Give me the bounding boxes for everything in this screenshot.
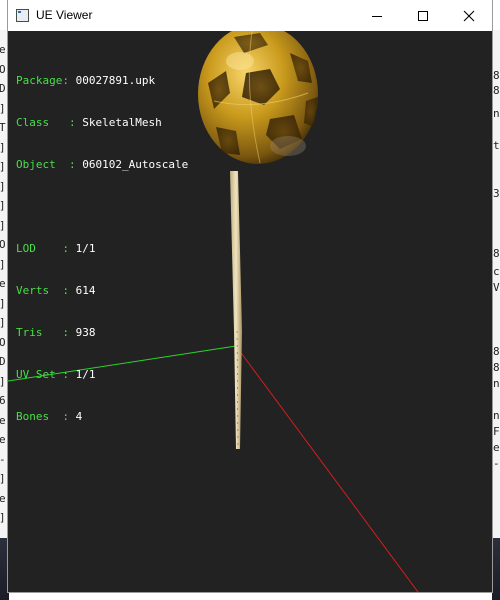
- 3d-viewport[interactable]: Package: 00027891.upk Class : SkeletalMe…: [8, 31, 492, 592]
- info-tris: Tris : 938: [16, 326, 96, 339]
- background-text-char: 8: [493, 345, 500, 358]
- info-bones: Bones : 4: [16, 410, 83, 423]
- maximize-button[interactable]: [400, 0, 446, 31]
- soccer-ball-mesh: [198, 31, 318, 164]
- info-package: Package: 00027891.upk: [16, 74, 156, 87]
- desktop-strip-right: [492, 538, 500, 600]
- close-button[interactable]: [446, 0, 492, 31]
- axis-x-line: [235, 345, 419, 592]
- background-text-char: n: [493, 107, 500, 120]
- ue-viewer-window: UE Viewer Package: 00027891.upk Class: …: [8, 0, 492, 592]
- background-text-char: T: [0, 121, 6, 134]
- background-text-char: ]: [0, 375, 6, 388]
- background-text-char: e: [0, 433, 6, 446]
- background-text-char: ]: [0, 200, 6, 212]
- background-text-char: n: [493, 409, 500, 422]
- background-text-char: ]: [0, 219, 6, 232]
- background-text-char: -: [0, 453, 6, 466]
- background-text-char: O: [0, 238, 6, 251]
- background-text-char: e: [0, 277, 6, 290]
- minimize-icon: [372, 15, 382, 17]
- background-text-char: 8: [493, 84, 500, 97]
- background-text-char: ]: [0, 317, 6, 329]
- background-text-char: -: [493, 457, 500, 470]
- info-verts: Verts : 614: [16, 284, 96, 297]
- background-text-char: 8: [493, 247, 500, 260]
- background-text-char: ]: [0, 102, 6, 115]
- info-object: Object : 060102_Autoscale: [16, 158, 189, 171]
- background-text-char: ]: [0, 258, 6, 271]
- stick-mesh: [230, 171, 242, 449]
- maximize-icon: [418, 10, 428, 21]
- background-text-char: e: [0, 491, 6, 505]
- background-text-char: c: [493, 265, 500, 278]
- background-text-char: O: [0, 62, 6, 76]
- background-text-char: 3: [493, 187, 500, 200]
- background-text-char: 8: [493, 361, 500, 374]
- background-text-char: t: [493, 139, 500, 152]
- background-text-char: D: [0, 355, 6, 368]
- background-text-char: O: [0, 335, 6, 349]
- background-text-char: 6: [0, 394, 6, 407]
- background-text-char: ]: [0, 161, 6, 173]
- background-text-char: F: [493, 425, 500, 438]
- background-text-char: e: [0, 43, 6, 56]
- background-text-char: ]: [0, 512, 6, 524]
- info-class: Class : SkeletalMesh: [16, 116, 162, 129]
- background-text-char: n: [493, 377, 500, 390]
- background-text-char: ]: [0, 473, 6, 485]
- title-bar[interactable]: UE Viewer: [8, 0, 492, 31]
- background-text-char: e: [0, 413, 6, 427]
- background-text-char: D: [0, 82, 6, 95]
- minimize-button[interactable]: [354, 0, 400, 31]
- mesh-info-overlay: Package: 00027891.upk Class : SkeletalMe…: [16, 46, 188, 452]
- background-text-char: ]: [0, 297, 6, 310]
- background-window-right-edge: 88nt38cV88nnFe-: [492, 30, 500, 600]
- background-text-char: e: [493, 441, 500, 454]
- close-icon: [463, 10, 475, 21]
- window-title: UE Viewer: [36, 8, 93, 22]
- background-text-char: ]: [0, 180, 6, 193]
- background-text-char: ]: [0, 141, 6, 154]
- app-icon[interactable]: [16, 9, 29, 22]
- background-text-char: 8: [493, 69, 500, 82]
- background-text-char: V: [493, 281, 500, 294]
- info-lod: LOD : 1/1: [16, 242, 96, 255]
- info-uvset: UV Set : 1/1: [16, 368, 96, 381]
